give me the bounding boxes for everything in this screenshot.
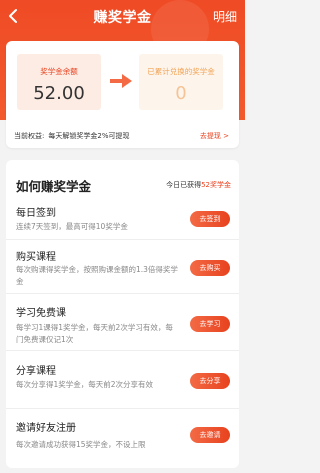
rights-text: 当前权益: 每天解锁奖学金2%可提现 [14, 131, 129, 141]
task-desc: 连续7天签到，最高可得10奖学金 [16, 222, 128, 231]
task-item-study: 学习免费课 每学习1课得1奖学金，每天前2次学习有效，每门免费课仅记1次 去学习 [6, 294, 239, 351]
today-value: 52奖学金 [201, 181, 231, 189]
rights-label: 当前权益: [14, 132, 45, 140]
study-button[interactable]: 去学习 [190, 316, 230, 332]
signin-button[interactable]: 去签到 [190, 211, 230, 227]
page-title: 赚奖学金 [93, 10, 152, 26]
task-name: 购买课程 [16, 252, 56, 263]
balance-box: 奖学金余额 52.00 [17, 54, 101, 110]
balance-card: 奖学金余额 52.00 已累计兑换的奖学金 0 当前权益: 每天解锁奖学金2%可提… [6, 41, 239, 148]
task-desc: 每次购课得奖学金，按照购课金额的1.3倍得奖学金 [16, 265, 178, 286]
purchase-button[interactable]: 去购买 [190, 260, 230, 276]
task-desc: 每次邀请成功获得15奖学金，不设上限 [16, 440, 146, 449]
right-arrow-icon [110, 74, 132, 88]
balance-value: 52.00 [33, 83, 85, 104]
task-item-share: 分享课程 每次分享得1奖学金，每天前2次分享有效 去分享 [6, 351, 239, 409]
today-prefix: 今日已获得 [166, 181, 202, 189]
how-to-earn-card: 如何赚奖学金 今日已获得52奖学金 每日签到 连续7天签到，最高可得10奖学金 … [6, 160, 239, 468]
rights-desc: 每天解锁奖学金2%可提现 [48, 132, 130, 140]
today-earned: 今日已获得52奖学金 [166, 180, 231, 190]
detail-link[interactable]: 明细 [213, 8, 237, 25]
task-name: 邀请好友注册 [16, 423, 76, 434]
redeemed-label: 已累计兑换的奖学金 [147, 67, 215, 76]
task-item-invite: 邀请好友注册 每次邀请成功获得15奖学金，不设上限 去邀请 [6, 409, 239, 459]
task-name: 学习免费课 [16, 308, 66, 319]
how-title: 如何赚奖学金 [16, 179, 92, 194]
task-item-signin: 每日签到 连续7天签到，最高可得10奖学金 去签到 [6, 198, 239, 240]
task-name: 每日签到 [16, 208, 56, 219]
share-button[interactable]: 去分享 [190, 373, 230, 389]
task-item-purchase: 购买课程 每次购课得奖学金，按照购课金额的1.3倍得奖学金 去购买 [6, 240, 239, 294]
invite-button[interactable]: 去邀请 [190, 427, 230, 443]
redeemed-value: 0 [175, 83, 187, 104]
task-name: 分享课程 [16, 366, 56, 377]
task-desc: 每学习1课得1奖学金，每天前2次学习有效，每门免费课仅记1次 [16, 323, 173, 344]
balance-label: 奖学金余额 [40, 67, 78, 76]
withdraw-link[interactable]: 去提现 > [200, 131, 229, 141]
task-desc: 每次分享得1奖学金，每天前2次分享有效 [16, 380, 154, 389]
redeemed-box: 已累计兑换的奖学金 0 [139, 54, 223, 110]
